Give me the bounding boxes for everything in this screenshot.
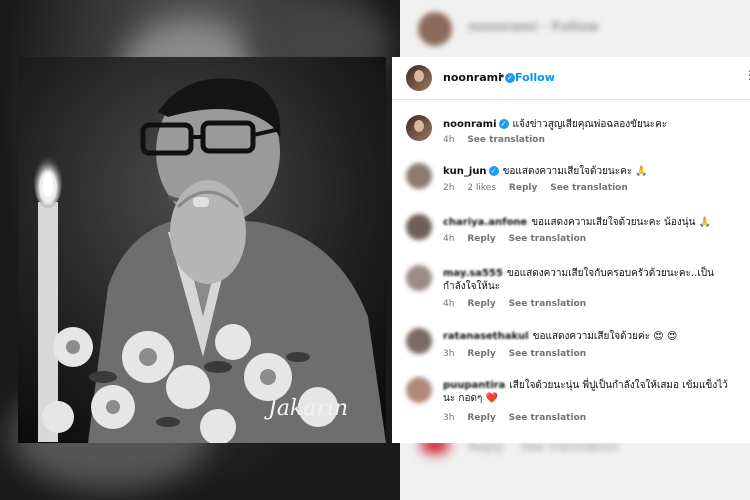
comment-time: 4h [443, 299, 455, 309]
comment-time: 3h [443, 349, 455, 359]
comment-username[interactable]: puupantira [443, 380, 505, 391]
comment-body: ขอแสดงความเสียใจด้วยนะคะ 🙏 [502, 166, 648, 177]
comment-meta: 4h Reply See translation [443, 234, 596, 244]
comment-username[interactable]: chariya.anfone [443, 217, 527, 228]
verified-icon: ✓ [488, 166, 499, 176]
comment-username[interactable]: ratanasethakul [443, 331, 529, 342]
blurred-avatar [418, 12, 452, 46]
comment-time: 3h [443, 413, 455, 423]
caption-avatar[interactable] [406, 115, 432, 141]
see-translation-link[interactable]: See translation [509, 234, 587, 244]
reply-button[interactable]: Reply [467, 299, 495, 309]
comment-username[interactable]: may.sa555 [443, 268, 503, 279]
comment-text: ratanasethakul ขอแสดงความเสียใจด้วยค่ะ 😍 … [443, 330, 743, 343]
comment-avatar[interactable] [406, 377, 432, 403]
follow-button[interactable]: Follow [515, 71, 555, 84]
comment-text: kun_jun ✓ ขอแสดงความเสียใจด้วยนะคะ 🙏 [443, 165, 743, 178]
comment-meta: 4h Reply See translation [443, 299, 596, 309]
reply-button[interactable]: Reply [467, 349, 495, 359]
verified-icon: ✓ [504, 73, 515, 83]
comment-likes[interactable]: 2 likes [467, 183, 496, 193]
comment-time: 2h [443, 183, 455, 193]
comment-meta: 3h Reply See translation [443, 413, 596, 423]
separator-dot: • [499, 70, 506, 83]
comment-time: 4h [443, 234, 455, 244]
post-photo[interactable]: Jakarin [18, 57, 386, 443]
reply-button[interactable]: Reply [467, 234, 495, 244]
see-translation-link[interactable]: See translation [509, 299, 587, 309]
post-header: noonrami ✓ • Follow ⋮ [392, 57, 750, 100]
comment-text: may.sa555 ขอแสดงความเสียใจกับครอบครัวด้วย… [443, 267, 733, 293]
comment-meta: 3h Reply See translation [443, 349, 596, 359]
comment-avatar[interactable] [406, 265, 432, 291]
see-translation-link[interactable]: See translation [467, 135, 545, 145]
comment-avatar[interactable] [406, 163, 432, 189]
comment-avatar[interactable] [406, 214, 432, 240]
caption-meta: 4h See translation [443, 135, 555, 145]
photo-watermark: Jakarin [264, 396, 348, 421]
see-translation-link[interactable]: See translation [509, 349, 587, 359]
more-icon[interactable]: ⋮ [744, 68, 750, 82]
verified-icon: ✓ [498, 119, 509, 129]
comment-meta: 2h 2 likes Reply See translation [443, 183, 638, 193]
comment-body: ขอแสดงความเสียใจด้วยนะคะ น้องนุ่น 🙏 [531, 217, 712, 228]
caption-time: 4h [443, 135, 455, 145]
comment-username[interactable]: kun_jun [443, 166, 487, 177]
caption-body: แจ้งข่าวสูญเสียคุณพ่อฉลองขัยนะคะ [512, 119, 668, 130]
see-translation-link[interactable]: See translation [509, 413, 587, 423]
see-translation-link[interactable]: See translation [550, 183, 628, 193]
caption-username[interactable]: noonrami [443, 119, 497, 130]
comment-text: chariya.anfone ขอแสดงความเสียใจด้วยนะคะ น… [443, 216, 743, 229]
reply-button[interactable]: Reply [467, 413, 495, 423]
reply-button[interactable]: Reply [509, 183, 537, 193]
comment-avatar[interactable] [406, 328, 432, 354]
post-panel: noonrami ✓ • Follow ⋮ noonrami ✓ แจ้งข่าวสู… [392, 57, 750, 443]
comment-body: ขอแสดงความเสียใจด้วยค่ะ 😍 😍 [532, 331, 678, 342]
author-avatar[interactable] [406, 65, 432, 91]
caption-text: noonrami ✓ แจ้งข่าวสูญเสียคุณพ่อฉลองขัยนะค… [443, 118, 743, 131]
comment-text: puupantira เสียใจด้วยนะนุ่น พี่ปูเป็นกำลั… [443, 379, 733, 405]
